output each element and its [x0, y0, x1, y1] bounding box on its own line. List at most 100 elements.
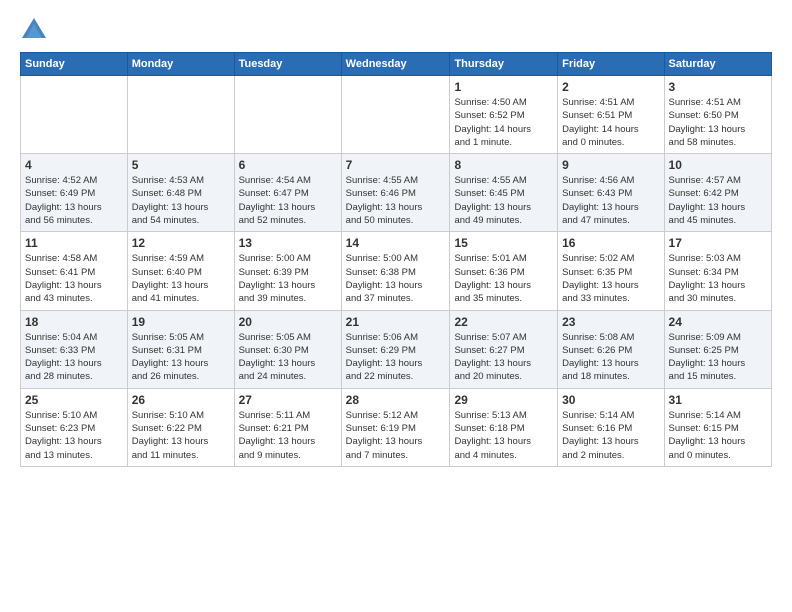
column-header-tuesday: Tuesday [234, 53, 341, 76]
calendar-cell: 4Sunrise: 4:52 AM Sunset: 6:49 PM Daylig… [21, 154, 128, 232]
column-header-wednesday: Wednesday [341, 53, 450, 76]
day-info: Sunrise: 5:05 AM Sunset: 6:31 PM Dayligh… [132, 331, 230, 384]
calendar-cell: 2 Sunrise: 4:51 AM Sunset: 6:51 PM Daylig… [558, 76, 664, 154]
calendar-cell: 18Sunrise: 5:04 AM Sunset: 6:33 PM Dayli… [21, 310, 128, 388]
calendar-cell: 28 Sunrise: 5:12 AM Sunset: 6:19 PM Dayli… [341, 388, 450, 466]
calendar-week-2: 4Sunrise: 4:52 AM Sunset: 6:49 PM Daylig… [21, 154, 772, 232]
day-number: 18 [25, 315, 123, 329]
calendar-cell: 1 Sunrise: 4:50 AM Sunset: 6:52 PM Daylig… [450, 76, 558, 154]
day-info: Sunrise: 5:09 AM Sunset: 6:25 PM Dayligh… [669, 331, 767, 384]
day-info: Sunrise: 5:14 AM Sunset: 6:15 PM Dayligh… [669, 409, 767, 462]
day-info: Sunrise: 5:03 AM Sunset: 6:34 PM Dayligh… [669, 252, 767, 305]
day-info: Sunrise: 4:50 AM Sunset: 6:52 PM Dayligh… [454, 96, 553, 149]
day-number: 8 [454, 158, 553, 172]
day-info: Sunrise: 5:00 AM Sunset: 6:38 PM Dayligh… [346, 252, 446, 305]
day-number: 21 [346, 315, 446, 329]
calendar-week-3: 11 Sunrise: 4:58 AM Sunset: 6:41 PM Dayli… [21, 232, 772, 310]
column-header-thursday: Thursday [450, 53, 558, 76]
calendar-cell: 31 Sunrise: 5:14 AM Sunset: 6:15 PM Dayli… [664, 388, 771, 466]
calendar-cell: 20Sunrise: 5:05 AM Sunset: 6:30 PM Dayli… [234, 310, 341, 388]
day-info: Sunrise: 5:13 AM Sunset: 6:18 PM Dayligh… [454, 409, 553, 462]
day-info: Sunrise: 5:01 AM Sunset: 6:36 PM Dayligh… [454, 252, 553, 305]
day-number: 1 [454, 80, 553, 94]
day-number: 29 [454, 393, 553, 407]
day-number: 24 [669, 315, 767, 329]
day-number: 22 [454, 315, 553, 329]
day-info: Sunrise: 5:08 AM Sunset: 6:26 PM Dayligh… [562, 331, 659, 384]
day-info: Sunrise: 5:07 AM Sunset: 6:27 PM Dayligh… [454, 331, 553, 384]
day-info: Sunrise: 4:53 AM Sunset: 6:48 PM Dayligh… [132, 174, 230, 227]
day-number: 30 [562, 393, 659, 407]
calendar-cell: 25Sunrise: 5:10 AM Sunset: 6:23 PM Dayli… [21, 388, 128, 466]
calendar-cell: 30 Sunrise: 5:14 AM Sunset: 6:16 PM Dayli… [558, 388, 664, 466]
calendar-cell: 3Sunrise: 4:51 AM Sunset: 6:50 PM Daylig… [664, 76, 771, 154]
day-info: Sunrise: 4:55 AM Sunset: 6:45 PM Dayligh… [454, 174, 553, 227]
day-number: 31 [669, 393, 767, 407]
day-info: Sunrise: 4:52 AM Sunset: 6:49 PM Dayligh… [25, 174, 123, 227]
calendar-cell: 26 Sunrise: 5:10 AM Sunset: 6:22 PM Dayli… [127, 388, 234, 466]
day-info: Sunrise: 4:56 AM Sunset: 6:43 PM Dayligh… [562, 174, 659, 227]
day-number: 25 [25, 393, 123, 407]
day-number: 2 [562, 80, 659, 94]
calendar-cell [21, 76, 128, 154]
calendar-cell: 22 Sunrise: 5:07 AM Sunset: 6:27 PM Dayli… [450, 310, 558, 388]
logo-icon [20, 16, 48, 44]
column-header-saturday: Saturday [664, 53, 771, 76]
logo [20, 16, 52, 44]
calendar-cell: 16 Sunrise: 5:02 AM Sunset: 6:35 PM Dayli… [558, 232, 664, 310]
calendar-cell: 24 Sunrise: 5:09 AM Sunset: 6:25 PM Dayli… [664, 310, 771, 388]
day-number: 11 [25, 236, 123, 250]
day-number: 6 [239, 158, 337, 172]
calendar-cell: 13Sunrise: 5:00 AM Sunset: 6:39 PM Dayli… [234, 232, 341, 310]
day-info: Sunrise: 4:51 AM Sunset: 6:51 PM Dayligh… [562, 96, 659, 149]
calendar-header-row: SundayMondayTuesdayWednesdayThursdayFrid… [21, 53, 772, 76]
day-number: 15 [454, 236, 553, 250]
calendar-week-5: 25Sunrise: 5:10 AM Sunset: 6:23 PM Dayli… [21, 388, 772, 466]
day-info: Sunrise: 4:55 AM Sunset: 6:46 PM Dayligh… [346, 174, 446, 227]
page: SundayMondayTuesdayWednesdayThursdayFrid… [0, 0, 792, 612]
calendar-cell: 23 Sunrise: 5:08 AM Sunset: 6:26 PM Dayli… [558, 310, 664, 388]
day-info: Sunrise: 4:57 AM Sunset: 6:42 PM Dayligh… [669, 174, 767, 227]
day-number: 17 [669, 236, 767, 250]
day-number: 28 [346, 393, 446, 407]
day-number: 10 [669, 158, 767, 172]
day-info: Sunrise: 5:11 AM Sunset: 6:21 PM Dayligh… [239, 409, 337, 462]
day-number: 12 [132, 236, 230, 250]
calendar-cell: 5 Sunrise: 4:53 AM Sunset: 6:48 PM Daylig… [127, 154, 234, 232]
column-header-sunday: Sunday [21, 53, 128, 76]
calendar-cell [234, 76, 341, 154]
calendar-cell: 10 Sunrise: 4:57 AM Sunset: 6:42 PM Dayli… [664, 154, 771, 232]
calendar-cell: 21 Sunrise: 5:06 AM Sunset: 6:29 PM Dayli… [341, 310, 450, 388]
day-info: Sunrise: 5:12 AM Sunset: 6:19 PM Dayligh… [346, 409, 446, 462]
calendar-cell: 12 Sunrise: 4:59 AM Sunset: 6:40 PM Dayli… [127, 232, 234, 310]
day-info: Sunrise: 4:54 AM Sunset: 6:47 PM Dayligh… [239, 174, 337, 227]
day-number: 16 [562, 236, 659, 250]
day-number: 26 [132, 393, 230, 407]
day-info: Sunrise: 4:51 AM Sunset: 6:50 PM Dayligh… [669, 96, 767, 149]
calendar-cell: 29 Sunrise: 5:13 AM Sunset: 6:18 PM Dayli… [450, 388, 558, 466]
day-info: Sunrise: 5:06 AM Sunset: 6:29 PM Dayligh… [346, 331, 446, 384]
calendar-cell [341, 76, 450, 154]
calendar-week-1: 1 Sunrise: 4:50 AM Sunset: 6:52 PM Daylig… [21, 76, 772, 154]
calendar-cell: 6 Sunrise: 4:54 AM Sunset: 6:47 PM Daylig… [234, 154, 341, 232]
day-info: Sunrise: 5:05 AM Sunset: 6:30 PM Dayligh… [239, 331, 337, 384]
calendar-table: SundayMondayTuesdayWednesdayThursdayFrid… [20, 52, 772, 467]
day-number: 14 [346, 236, 446, 250]
calendar-cell: 27Sunrise: 5:11 AM Sunset: 6:21 PM Dayli… [234, 388, 341, 466]
calendar-cell: 19Sunrise: 5:05 AM Sunset: 6:31 PM Dayli… [127, 310, 234, 388]
day-info: Sunrise: 5:14 AM Sunset: 6:16 PM Dayligh… [562, 409, 659, 462]
calendar-cell: 11 Sunrise: 4:58 AM Sunset: 6:41 PM Dayli… [21, 232, 128, 310]
calendar-week-4: 18Sunrise: 5:04 AM Sunset: 6:33 PM Dayli… [21, 310, 772, 388]
day-info: Sunrise: 5:10 AM Sunset: 6:22 PM Dayligh… [132, 409, 230, 462]
day-number: 7 [346, 158, 446, 172]
day-info: Sunrise: 4:58 AM Sunset: 6:41 PM Dayligh… [25, 252, 123, 305]
day-number: 23 [562, 315, 659, 329]
calendar-cell: 7 Sunrise: 4:55 AM Sunset: 6:46 PM Daylig… [341, 154, 450, 232]
day-info: Sunrise: 4:59 AM Sunset: 6:40 PM Dayligh… [132, 252, 230, 305]
calendar-cell [127, 76, 234, 154]
calendar-cell: 17 Sunrise: 5:03 AM Sunset: 6:34 PM Dayli… [664, 232, 771, 310]
calendar-cell: 8 Sunrise: 4:55 AM Sunset: 6:45 PM Daylig… [450, 154, 558, 232]
day-info: Sunrise: 5:02 AM Sunset: 6:35 PM Dayligh… [562, 252, 659, 305]
day-number: 5 [132, 158, 230, 172]
header [20, 16, 772, 44]
